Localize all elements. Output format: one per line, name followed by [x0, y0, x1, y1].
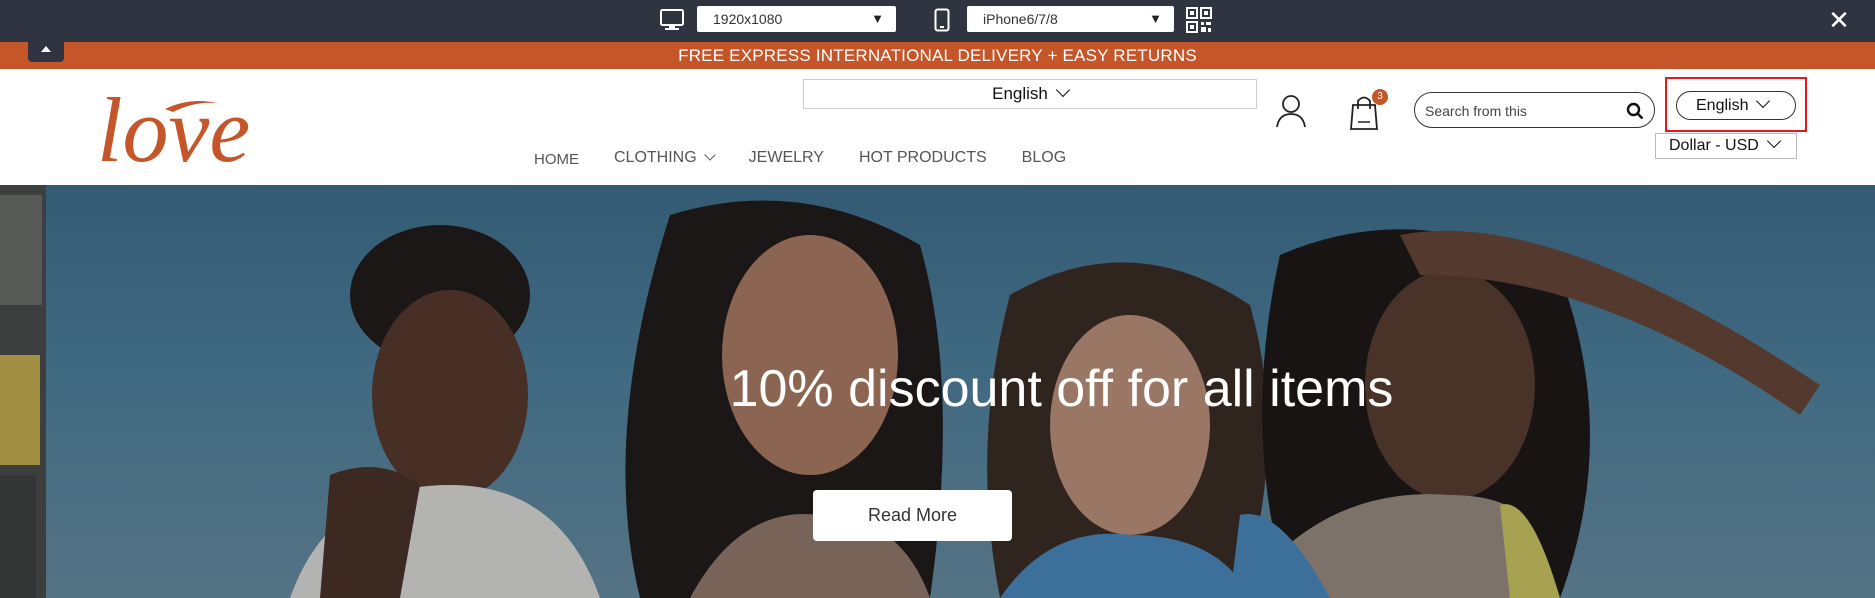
- smartphone-icon[interactable]: [928, 6, 956, 34]
- close-icon[interactable]: ✕: [1825, 6, 1853, 34]
- hero-banner: 10% discount off for all items Read More: [0, 185, 1875, 598]
- brand-logo[interactable]: love: [95, 79, 285, 184]
- user-account-icon[interactable]: [1275, 94, 1307, 128]
- chevron-down-icon: [1766, 133, 1781, 149]
- nav-item-home[interactable]: HOME: [534, 151, 579, 173]
- nav-item-hot-products[interactable]: HOT PRODUCTS: [859, 149, 987, 173]
- nav-item-jewelry[interactable]: JEWELRY: [749, 149, 824, 173]
- resolution-select[interactable]: 1920x1080 ▼: [697, 6, 896, 32]
- cart-count-badge: 3: [1372, 89, 1388, 105]
- hero-title: 10% discount off for all items: [0, 359, 1875, 419]
- dropdown-arrow-icon: ▼: [1149, 11, 1162, 26]
- svg-text:love: love: [97, 79, 250, 181]
- search-input[interactable]: [1425, 99, 1615, 123]
- language-select[interactable]: English: [1676, 91, 1796, 120]
- device-select[interactable]: iPhone6/7/8 ▼: [967, 6, 1174, 32]
- chevron-down-icon: [704, 149, 716, 161]
- promo-banner: FREE EXPRESS INTERNATIONAL DELIVERY + EA…: [0, 42, 1875, 69]
- hero-title-text: 10% discount off for all items: [729, 360, 1394, 418]
- nav-item-clothing[interactable]: CLOTHING: [614, 149, 716, 173]
- dropdown-arrow-icon: ▼: [871, 11, 884, 26]
- collapse-toolbar-button[interactable]: [28, 40, 64, 62]
- search-box: [1414, 92, 1655, 128]
- language-top-value: English: [992, 84, 1048, 103]
- site-header: love English 3 English Dollar - USD HOME: [0, 69, 1875, 185]
- nav-item-label: CLOTHING: [614, 149, 697, 166]
- currency-value: Dollar - USD: [1669, 137, 1759, 154]
- currency-select[interactable]: Dollar - USD: [1655, 133, 1797, 159]
- resolution-value: 1920x1080: [713, 11, 783, 27]
- main-nav: HOME CLOTHING JEWELRY HOT PRODUCTS BLOG: [534, 149, 1101, 173]
- language-select-top[interactable]: English: [803, 79, 1257, 109]
- device-value: iPhone6/7/8: [983, 11, 1058, 27]
- page: 1920x1080 ▼ iPhone6/7/8 ▼ ✕ FREE EXPRESS…: [0, 0, 1875, 598]
- chevron-down-icon: [1756, 93, 1771, 109]
- qr-code-icon[interactable]: [1185, 6, 1213, 34]
- read-more-button[interactable]: Read More: [813, 490, 1012, 541]
- search-icon[interactable]: [1626, 102, 1644, 120]
- desktop-monitor-icon[interactable]: [658, 6, 686, 34]
- preview-toolbar: 1920x1080 ▼ iPhone6/7/8 ▼ ✕: [0, 0, 1875, 42]
- language-value: English: [1696, 97, 1749, 114]
- nav-item-blog[interactable]: BLOG: [1022, 149, 1066, 173]
- chevron-down-icon: [1055, 82, 1070, 98]
